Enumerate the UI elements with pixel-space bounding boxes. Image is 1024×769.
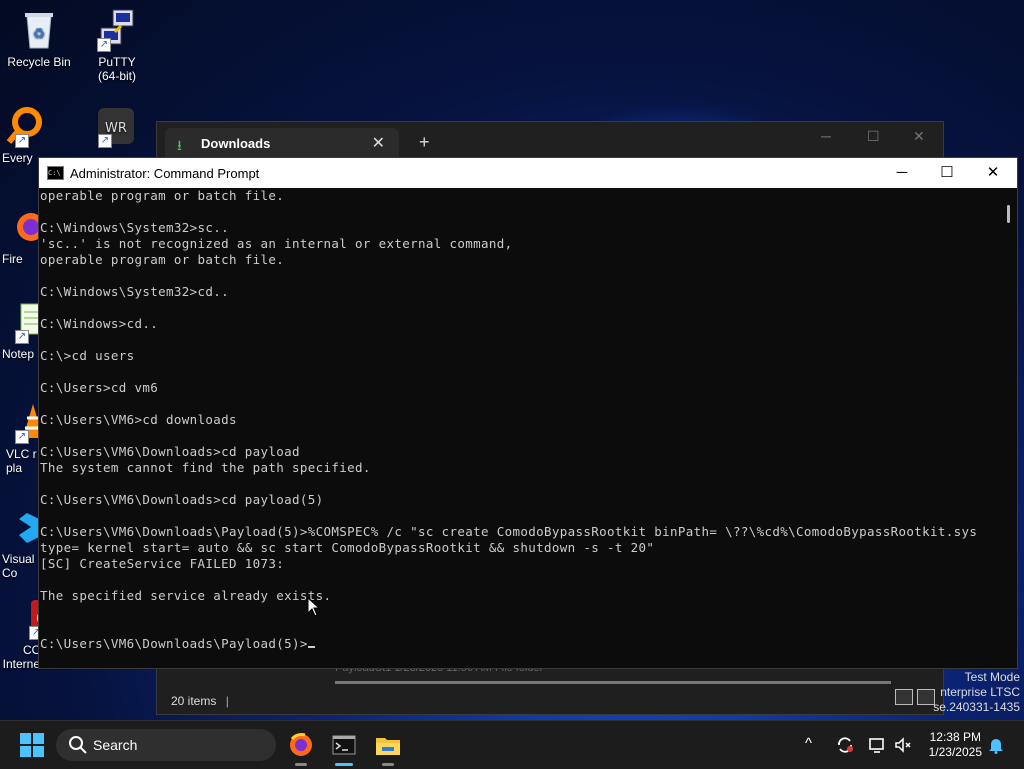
show-hidden-icons-chevron[interactable]: ^ [805,735,812,752]
console-line: C:\Windows\System32>sc.. [40,220,230,235]
explorer-maximize-button[interactable]: ☐ [867,128,880,145]
console-line: C:\Users>cd vm6 [40,380,159,395]
cmd-text: operable program or batch file. C:\Windo… [40,188,999,652]
cmd-minimize-button[interactable]: ─ [879,158,925,188]
firefox-icon [290,733,312,756]
item-count: 20 items [171,694,217,708]
console-line: operable program or batch file. [40,188,285,203]
taskbar-search-box[interactable]: Search [56,729,276,761]
console-line: operable program or batch file. [40,252,285,267]
tab-close-button[interactable]: ✕ [372,133,385,153]
view-toggle [891,689,935,710]
cmd-console-output[interactable]: operable program or batch file. C:\Windo… [40,188,999,668]
explorer-close-button[interactable]: ✕ [913,128,925,145]
cmd-vertical-scrollbar[interactable] [999,188,1017,668]
console-line: 'sc..' is not recognized as an internal … [40,236,513,251]
text-cursor [307,646,315,648]
explorer-status-bar: 20 items | [171,694,229,708]
test-mode-watermark: Test Mode nterprise LTSC se.240331-1435 [933,670,1020,714]
new-tab-button[interactable]: + [419,132,430,153]
clock-time: 12:38 PM [929,730,981,744]
console-line: [SC] CreateService FAILED 1073: [40,556,285,571]
svg-text:♻: ♻ [33,25,46,41]
winrar-icon: WR ↗ [94,104,138,148]
putty-icon: ↗ [95,8,139,52]
console-line: C:\>cd users [40,348,135,363]
cmd-window-title: Administrator: Command Prompt [70,166,260,181]
console-line: C:\Users\VM6\Downloads>cd payload [40,444,300,459]
notification-bell-icon[interactable] [988,736,1004,754]
desktop-icon-putty[interactable]: ↗ PuTTY (64-bit) [78,8,156,83]
explorer-tab-bar: ⭳ Downloads ✕ + ─ ☐ ✕ [157,122,943,158]
volume-muted-icon[interactable] [893,735,913,755]
tab-downloads[interactable]: ⭳ Downloads ✕ [165,128,399,158]
console-line: type= kernel start= auto && sc start Com… [40,540,655,555]
shortcut-arrow-icon: ↗ [97,38,111,52]
cmd-icon: C:\ [47,166,64,180]
terminal-icon [332,735,356,755]
start-button[interactable] [20,733,44,757]
explorer-horizontal-scrollbar[interactable] [335,681,891,684]
console-line: C:\Users\VM6\Downloads>cd payload(5) [40,492,324,507]
desktop-icon-winrar[interactable]: WR ↗ [86,104,146,151]
taskbar-file-explorer-button[interactable] [370,727,406,766]
mouse-pointer-icon [307,597,321,617]
console-line: C:\Users\VM6>cd downloads [40,412,237,427]
cmd-title-bar[interactable]: C:\ Administrator: Command Prompt ─ ☐ ✕ [39,158,1017,188]
sync-icon[interactable] [835,735,855,755]
clock-date: 1/23/2025 [928,745,982,759]
explorer-minimize-button[interactable]: ─ [821,128,831,144]
cmd-scroll-thumb[interactable] [1007,205,1010,223]
console-line: C:\Windows\System32>cd.. [40,284,230,299]
console-line: C:\Users\VM6\Downloads\Payload(5)> [40,636,308,651]
file-explorer-icon [376,738,400,755]
taskbar-firefox-button[interactable] [283,727,319,766]
console-line: C:\Users\VM6\Downloads\Payload(5)>%COMSP… [40,524,978,539]
taskbar-clock[interactable]: 12:38 PM 1/23/2025 [929,730,982,760]
cmd-close-button[interactable]: ✕ [970,158,1016,188]
network-icon[interactable] [867,735,887,755]
details-view-icon[interactable] [895,689,913,705]
cmd-maximize-button[interactable]: ☐ [924,158,970,188]
desktop-icon-recycle-bin[interactable]: ♻ Recycle Bin [0,8,78,69]
recycle-bin-icon: ♻ [17,8,61,52]
console-line: C:\Windows>cd.. [40,316,159,331]
console-line: The specified service already exists. [40,588,332,603]
everything-search-icon: ↗ [1,104,45,148]
desktop-icon-everything[interactable]: ↗ Every [0,104,62,165]
command-prompt-window[interactable]: C:\ Administrator: Command Prompt ─ ☐ ✕ … [38,157,1018,669]
console-line: The system cannot find the path specifie… [40,460,371,475]
search-icon [69,736,87,754]
taskbar-terminal-button[interactable] [326,727,362,766]
taskbar: Search ^ 12:38 PM 1/23/2025 [0,720,1024,769]
download-icon: ⭳ [177,137,182,153]
